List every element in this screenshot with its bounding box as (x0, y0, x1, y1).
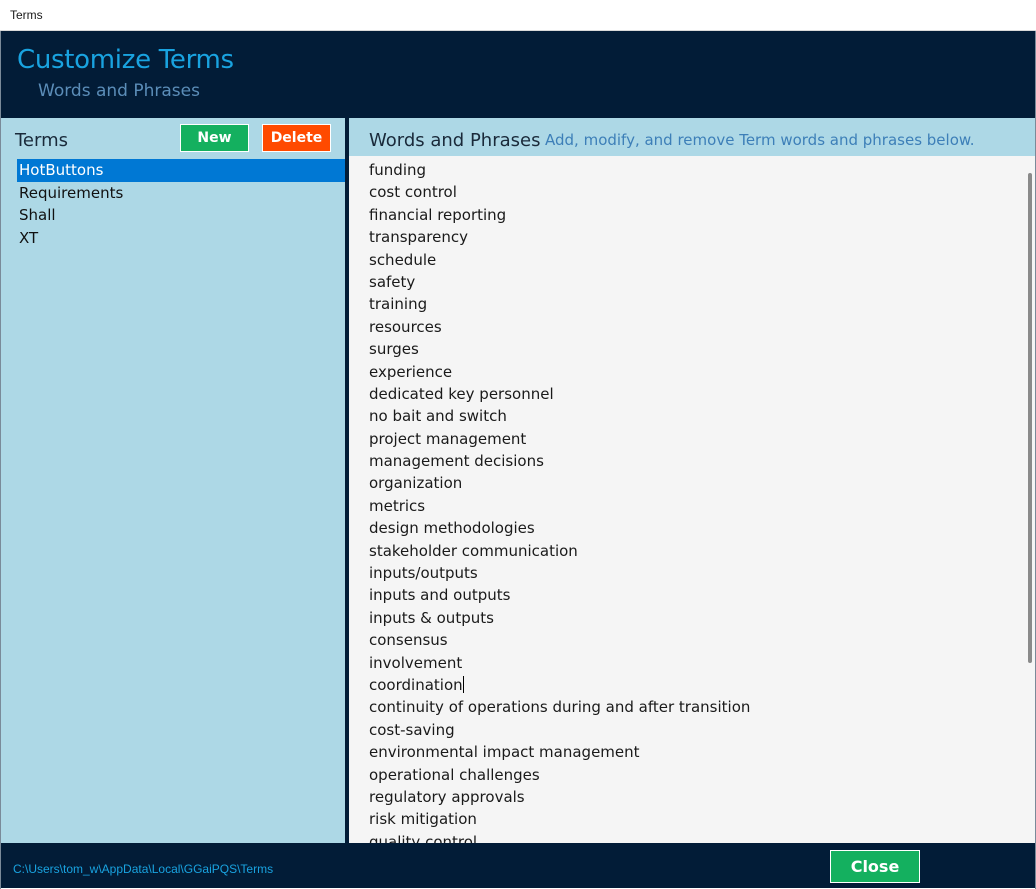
window-titlebar: Terms (0, 0, 1036, 31)
word-phrase-line[interactable]: dedicated key personnel (369, 383, 750, 405)
vertical-scrollbar[interactable] (1028, 173, 1032, 663)
words-panel-hint: Add, modify, and remove Term words and p… (545, 131, 975, 149)
delete-term-button[interactable]: Delete (262, 124, 331, 152)
terms-list-item[interactable]: Requirements (17, 182, 345, 205)
word-phrase-line[interactable]: management decisions (369, 450, 750, 472)
terms-list-item[interactable]: XT (17, 227, 345, 250)
word-phrase-line[interactable]: training (369, 293, 750, 315)
word-phrase-line[interactable]: risk mitigation (369, 808, 750, 830)
page-subtitle: Words and Phrases (38, 81, 200, 101)
words-list: funding cost control financial reporting tr… (369, 159, 750, 843)
terms-list-item[interactable]: Shall (17, 204, 345, 227)
word-phrase-line[interactable]: design methodologies (369, 517, 750, 539)
page-header: Customize Terms Words and Phrases (1, 31, 1035, 118)
page-footer: C:\Users\tom_w\AppData\Local\GGaiPQS\Ter… (1, 843, 1035, 888)
text-cursor (462, 675, 464, 693)
word-phrase-line[interactable]: surges (369, 338, 750, 360)
word-phrase-line[interactable]: project management (369, 428, 750, 450)
words-editor[interactable]: funding cost control financial reporting tr… (349, 156, 1035, 843)
terms-panel: Terms New Delete HotButtons Requirements S… (1, 118, 345, 843)
word-phrase-line[interactable]: financial reporting (369, 204, 750, 226)
word-phrase-line[interactable]: safety (369, 271, 750, 293)
close-button[interactable]: Close (830, 850, 920, 883)
words-panel-header: Words and Phrases Add, modify, and remov… (349, 118, 1035, 156)
terms-folder-path: C:\Users\tom_w\AppData\Local\GGaiPQS\Ter… (13, 862, 274, 876)
word-phrase-line[interactable]: quality control (369, 831, 750, 843)
word-phrase-line[interactable]: operational challenges (369, 764, 750, 786)
word-phrase-line[interactable]: organization (369, 472, 750, 494)
words-panel-title: Words and Phrases (369, 130, 541, 151)
page-title: Customize Terms (17, 45, 234, 75)
word-phrase-line[interactable]: inputs & outputs (369, 607, 750, 629)
word-phrase-line[interactable]: no bait and switch (369, 405, 750, 427)
word-phrase-line[interactable]: involvement (369, 652, 750, 674)
word-phrase-line[interactable]: schedule (369, 249, 750, 271)
terms-list-item[interactable]: HotButtons (17, 159, 345, 182)
word-phrase-line[interactable]: coordination (369, 674, 750, 696)
word-phrase-line[interactable]: cost control (369, 181, 750, 203)
word-phrase-line[interactable]: transparency (369, 226, 750, 248)
terms-list: HotButtons Requirements Shall XT (17, 159, 345, 249)
word-phrase-line[interactable]: inputs/outputs (369, 562, 750, 584)
word-phrase-line[interactable]: stakeholder communication (369, 540, 750, 562)
word-phrase-line[interactable]: environmental impact management (369, 741, 750, 763)
word-phrase-line[interactable]: funding (369, 159, 750, 181)
word-phrase-line[interactable]: experience (369, 361, 750, 383)
word-phrase-line[interactable]: cost-saving (369, 719, 750, 741)
window-title: Terms (10, 8, 43, 22)
word-phrase-line[interactable]: inputs and outputs (369, 584, 750, 606)
word-phrase-line[interactable]: regulatory approvals (369, 786, 750, 808)
terms-panel-title: Terms (15, 130, 69, 151)
new-term-button[interactable]: New (180, 124, 249, 152)
word-phrase-line[interactable]: metrics (369, 495, 750, 517)
word-phrase-line[interactable]: consensus (369, 629, 750, 651)
word-phrase-line[interactable]: resources (369, 316, 750, 338)
word-phrase-line[interactable]: continuity of operations during and afte… (369, 696, 750, 718)
